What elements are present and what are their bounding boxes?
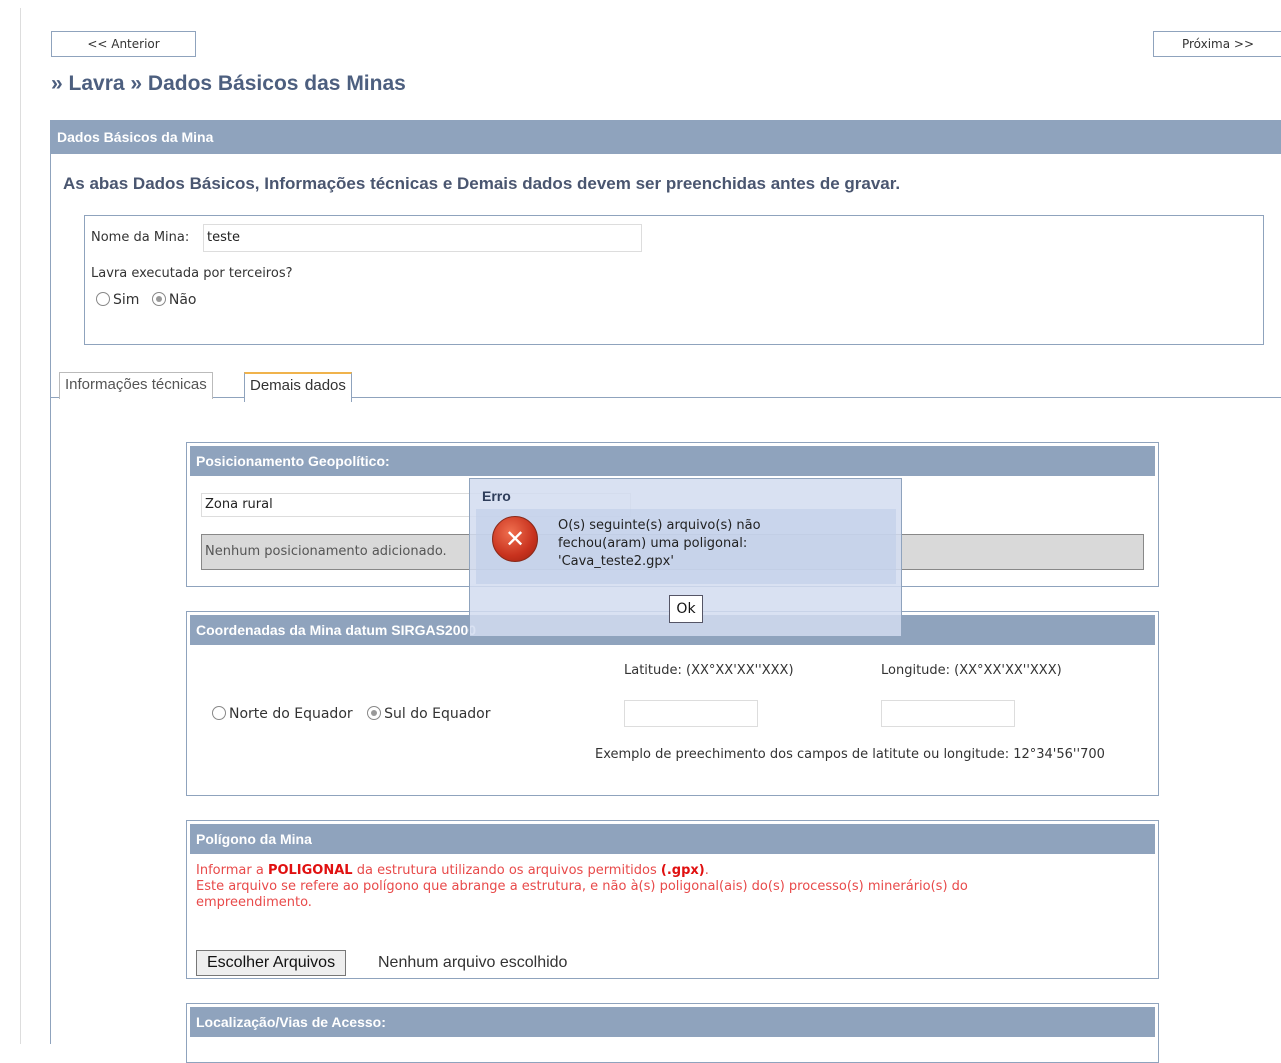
radio-yes-circle[interactable] [96,292,110,306]
polygon-line1-mid: da estrutura utilizando os arquivos perm… [352,863,661,878]
polygon-line2: Este arquivo se refere ao polígono que a… [196,879,968,910]
error-icon: ✕ [492,516,538,562]
polygon-line1-end: . [704,863,709,878]
longitude-input[interactable] [881,700,1015,727]
polygon-header: Polígono da Mina [190,824,1155,854]
dialog-line3: 'Cava_teste2.gpx' [558,554,674,569]
access-header: Localização/Vias de Acesso: [190,1007,1155,1037]
radio-south-circle[interactable] [367,706,382,720]
dialog-title: Erro [482,488,511,504]
hemisphere-options: Norte do Equador Sul do Equador [212,706,491,722]
page-title: » Lavra » Dados Básicos das Minas [51,72,406,95]
dialog-line1: O(s) seguinte(s) arquivo(s) não [558,518,761,533]
dialog-line2: fechou(aram) uma poligonal: [558,536,748,551]
radio-south-label: Sul do Equador [384,706,491,722]
radio-no[interactable]: Não [151,292,197,308]
mine-name-label: Nome da Mina: [91,230,190,245]
next-button[interactable]: Próxima >> [1153,31,1281,57]
polygon-line1-ext: (.gpx) [660,863,705,878]
tab-bar: Informações técnicas Demais dados [51,368,1281,402]
required-tabs-notice: As abas Dados Básicos, Informações técni… [63,174,901,193]
radio-no-label: Não [168,292,197,308]
polygon-line1-bold: POLIGONAL [267,863,353,878]
tab-technical-info[interactable]: Informações técnicas [59,372,213,399]
third-party-label: Lavra executada por terceiros? [91,266,293,281]
radio-north[interactable]: Norte do Equador [212,706,353,722]
mine-name-input[interactable]: teste [203,224,642,252]
radio-no-circle[interactable] [151,292,166,306]
ok-button[interactable]: Ok [669,595,703,623]
radio-yes-label: Sim [113,292,140,308]
radio-north-circle[interactable] [212,706,226,720]
polygon-section: Polígono da Mina Informar a POLIGONAL da… [186,820,1159,979]
coordinate-example: Exemplo de preechimento dos campos de la… [595,747,1105,762]
longitude-label: Longitude: (XX°XX'XX''XXX) [881,663,1062,678]
geopolitical-header: Posicionamento Geopolítico: [190,446,1155,476]
radio-south[interactable]: Sul do Equador [367,706,491,722]
panel-header: Dados Básicos da Mina [51,120,1281,154]
latitude-label: Latitude: (XX°XX'XX''XXX) [624,663,794,678]
polygon-line1-pre: Informar a [196,863,268,878]
third-party-options: Sim Não [96,292,197,308]
radio-north-label: Norte do Equador [229,706,353,722]
access-section: Localização/Vias de Acesso: [186,1003,1159,1063]
dialog-message: O(s) seguinte(s) arquivo(s) não fechou(a… [558,517,858,571]
polygon-instructions: Informar a POLIGONAL da estrutura utiliz… [196,863,1056,911]
choose-files-button[interactable]: Escolher Arquivos [196,950,347,976]
radio-yes[interactable]: Sim [96,292,139,308]
coordinates-section: Coordenadas da Mina datum SIRGAS2000 Lat… [186,611,1159,796]
basic-fields-box: Nome da Mina: teste Lavra executada por … [84,215,1264,345]
error-dialog: Erro ✕ O(s) seguinte(s) arquivo(s) não f… [469,478,902,637]
file-status: Nenhum arquivo escolhido [378,954,568,971]
tab-other-data[interactable]: Demais dados [244,372,352,402]
previous-button[interactable]: << Anterior [51,31,196,57]
latitude-input[interactable] [624,700,758,727]
